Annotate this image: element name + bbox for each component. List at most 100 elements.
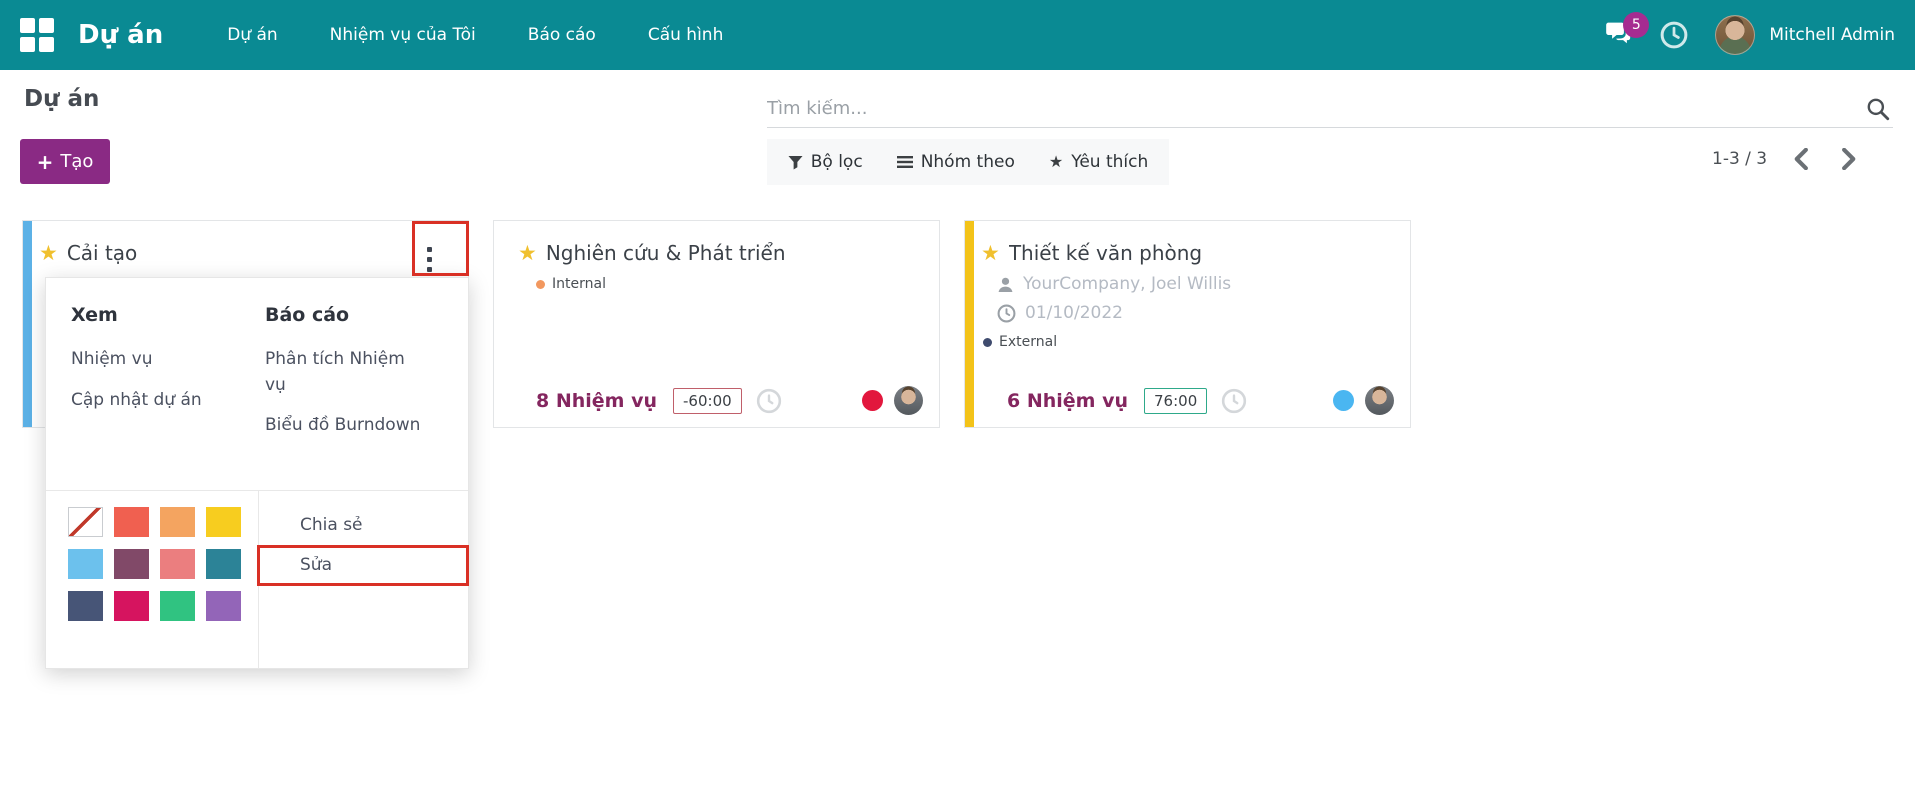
card-title[interactable]: Nghiên cứu & Phát triển	[546, 241, 786, 265]
partner-name: YourCompany, Joel Willis	[1023, 274, 1231, 294]
color-swatch-magenta[interactable]	[114, 591, 149, 621]
favorites-star-icon: ★	[1049, 154, 1063, 170]
assignee-avatar[interactable]	[1365, 386, 1394, 415]
messages-count-badge: 5	[1623, 12, 1649, 38]
card-footer: 8 Nhiệm vụ -60:00	[494, 386, 939, 415]
breadcrumb: Dự án	[24, 86, 99, 112]
view-section-header: Xem	[71, 304, 236, 326]
person-icon	[997, 276, 1014, 293]
plus-icon: +	[37, 152, 54, 172]
menu-item-tasks[interactable]: Nhiệm vụ	[71, 347, 236, 373]
card-header: ★ Cải tạo	[23, 221, 468, 265]
project-date: 01/10/2022	[1025, 303, 1123, 323]
card-kebab-menu-button[interactable]	[416, 237, 442, 281]
dropdown-report-section: Báo cáo Phân tích Nhiệm vụ Biểu đồ Burnd…	[265, 304, 443, 454]
app-brand[interactable]: Dự án	[78, 20, 163, 50]
tag-dot	[983, 338, 992, 347]
pager-previous-button[interactable]	[1787, 142, 1815, 176]
tag-dot	[536, 280, 545, 289]
task-count-number: 6	[1007, 390, 1020, 412]
menu-item-projects[interactable]: Dự án	[227, 25, 277, 45]
menu-item-reporting[interactable]: Báo cáo	[528, 25, 596, 45]
color-swatch-dark-blue[interactable]	[68, 591, 103, 621]
card-color-bar	[23, 221, 32, 427]
pager-next-button[interactable]	[1835, 142, 1863, 176]
menu-item-burndown-chart[interactable]: Biểu đồ Burndown	[265, 413, 443, 439]
card-header: ★ Thiết kế văn phòng	[965, 221, 1410, 265]
report-section-header: Báo cáo	[265, 304, 443, 326]
tag-label: Internal	[552, 276, 606, 292]
search-toolbar: Bộ lọc Nhóm theo ★ Yêu thích	[767, 139, 1169, 185]
menu-item-task-analysis[interactable]: Phân tích Nhiệm vụ	[265, 347, 413, 398]
timesheet-clock-icon[interactable]	[1221, 388, 1247, 414]
systray: 5 Mitchell Admin	[1603, 15, 1895, 55]
color-swatch-dark-purple[interactable]	[114, 549, 149, 579]
favorite-star-icon[interactable]: ★	[981, 243, 1000, 264]
task-count-number: 8	[536, 390, 549, 412]
remaining-hours-badge: 76:00	[1144, 388, 1207, 414]
filters-button[interactable]: Bộ lọc	[788, 152, 863, 172]
task-count-label: Nhiệm vụ	[1027, 390, 1128, 412]
color-swatch-salmon[interactable]	[160, 549, 195, 579]
main-menu: Dự án Nhiệm vụ của Tôi Báo cáo Cấu hình	[227, 25, 723, 45]
assignee-avatar[interactable]	[894, 386, 923, 415]
color-swatch-orange[interactable]	[160, 507, 195, 537]
pager-range: 1-3 / 3	[1712, 149, 1767, 169]
user-avatar[interactable]	[1715, 15, 1755, 55]
favorites-label: Yêu thích	[1071, 152, 1148, 172]
menu-item-configuration[interactable]: Cấu hình	[648, 25, 724, 45]
timesheet-clock-icon[interactable]	[756, 388, 782, 414]
user-name[interactable]: Mitchell Admin	[1769, 25, 1895, 45]
group-by-label: Nhóm theo	[921, 152, 1015, 172]
create-button-label: Tạo	[60, 151, 93, 172]
top-navbar: Dự án Dự án Nhiệm vụ của Tôi Báo cáo Cấu…	[0, 0, 1915, 70]
favorite-star-icon[interactable]: ★	[518, 243, 537, 264]
favorites-button[interactable]: ★ Yêu thích	[1049, 152, 1148, 172]
project-card-nghien-cuu[interactable]: ★ Nghiên cứu & Phát triển Internal 8 Nhi…	[493, 220, 940, 428]
favorite-star-icon[interactable]: ★	[39, 243, 58, 264]
task-count-link[interactable]: 8 Nhiệm vụ	[536, 390, 657, 412]
menu-item-my-tasks[interactable]: Nhiệm vụ của Tôi	[330, 25, 476, 45]
card-title[interactable]: Cải tạo	[67, 241, 137, 265]
remaining-hours-badge: -60:00	[673, 388, 742, 414]
menu-item-edit[interactable]: Sửa	[259, 545, 468, 585]
color-swatch-light-blue[interactable]	[68, 549, 103, 579]
group-by-button[interactable]: Nhóm theo	[897, 152, 1015, 172]
messages-button[interactable]: 5	[1603, 22, 1633, 48]
menu-item-share[interactable]: Chia sẻ	[259, 505, 468, 545]
color-swatch-yellow[interactable]	[206, 507, 241, 537]
tag-label: External	[999, 334, 1057, 350]
pager: 1-3 / 3	[1712, 142, 1863, 176]
dropdown-view-section: Xem Nhiệm vụ Cập nhật dự án	[71, 304, 236, 428]
color-swatch-green[interactable]	[160, 591, 195, 621]
dropdown-actions: Chia sẻ Sửa	[258, 491, 468, 668]
search-input[interactable]	[767, 98, 1865, 119]
clock-icon	[1659, 20, 1689, 50]
menu-item-project-updates[interactable]: Cập nhật dự án	[71, 388, 236, 414]
card-footer: 6 Nhiệm vụ 76:00	[965, 386, 1410, 415]
tag-internal: Internal	[536, 276, 939, 292]
color-palette	[68, 507, 241, 621]
tag-external: External	[983, 334, 1410, 350]
status-dot-red[interactable]	[862, 390, 883, 411]
filter-funnel-icon	[788, 155, 803, 170]
task-count-link[interactable]: 6 Nhiệm vụ	[1007, 390, 1128, 412]
color-swatch-purple[interactable]	[206, 591, 241, 621]
color-swatch-red[interactable]	[114, 507, 149, 537]
card-header: ★ Nghiên cứu & Phát triển	[494, 221, 939, 265]
color-swatch-none[interactable]	[68, 507, 103, 537]
status-dot-blue[interactable]	[1333, 390, 1354, 411]
date-row: 01/10/2022	[997, 303, 1410, 323]
apps-menu-icon[interactable]	[20, 18, 54, 52]
project-card-thiet-ke[interactable]: ★ Thiết kế văn phòng YourCompany, Joel W…	[964, 220, 1411, 428]
card-title[interactable]: Thiết kế văn phòng	[1009, 241, 1202, 265]
search-bar	[767, 90, 1893, 128]
odoo-project-kanban-page: Dự án Dự án Nhiệm vụ của Tôi Báo cáo Cấu…	[0, 0, 1915, 808]
task-count-label: Nhiệm vụ	[556, 390, 657, 412]
create-button[interactable]: + Tạo	[20, 139, 110, 184]
card-options-dropdown: Xem Nhiệm vụ Cập nhật dự án Báo cáo Phân…	[45, 277, 469, 669]
activities-button[interactable]	[1659, 20, 1689, 50]
clock-icon	[997, 304, 1016, 323]
color-swatch-teal[interactable]	[206, 549, 241, 579]
search-icon[interactable]	[1865, 96, 1891, 122]
